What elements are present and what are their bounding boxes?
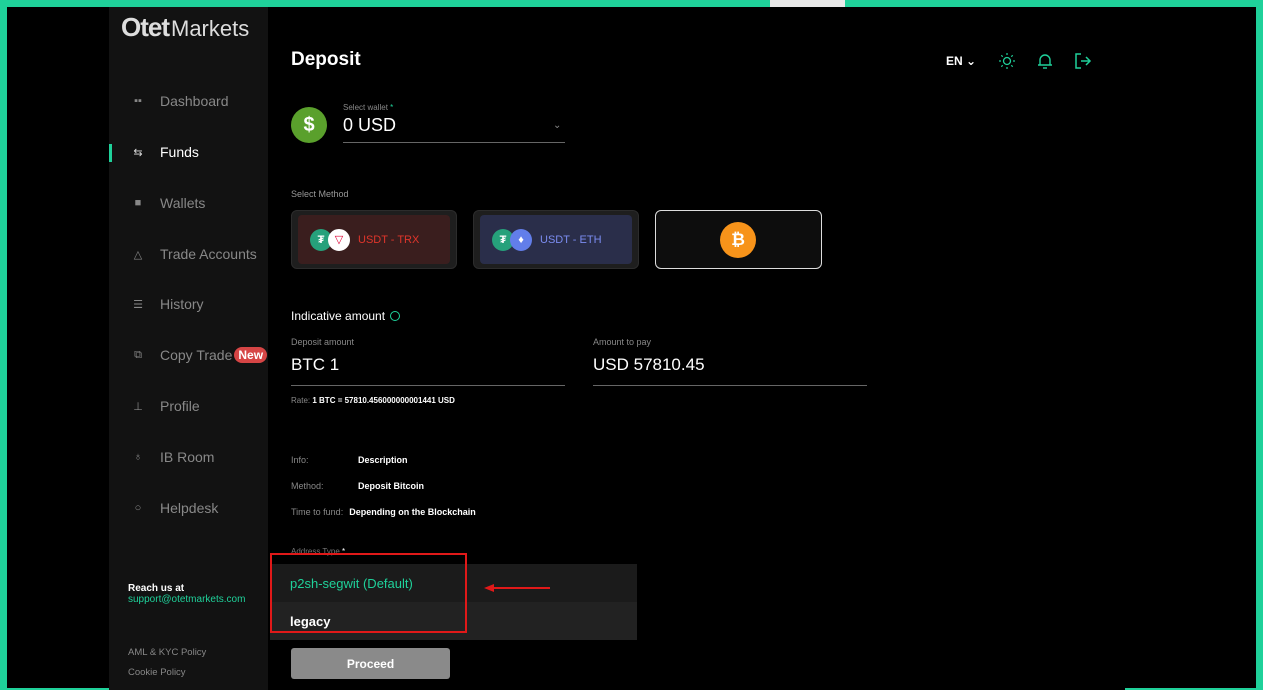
method-usdt-eth-inner: ₮ ♦ USDT - ETH: [480, 215, 632, 264]
info-icon[interactable]: [390, 311, 401, 321]
brand-logo-text: Otet: [121, 12, 170, 42]
rate-label: Rate:: [291, 396, 311, 405]
rate-text: Rate: 1 BTC = 57810.456000000001441 USD: [291, 396, 455, 405]
method-row: Method: Deposit Bitcoin: [291, 481, 424, 491]
info-key: Info:: [291, 455, 309, 465]
sidebar-item-label: History: [160, 296, 204, 312]
language-code: EN: [946, 54, 963, 68]
method-key: Method:: [291, 481, 324, 491]
sun-icon[interactable]: [998, 52, 1016, 70]
sidebar-item-label: Helpdesk: [160, 500, 219, 516]
sidebar-item-wallets[interactable]: ■ Wallets: [128, 195, 206, 211]
usd-coin-icon: $: [291, 107, 327, 143]
deposit-amount-input[interactable]: BTC 1: [291, 355, 339, 375]
time-to-fund-row: Time to fund: Depending on the Blockchai…: [291, 507, 476, 517]
chevron-down-icon[interactable]: ⌄: [553, 120, 561, 131]
sidebar-item-label: IB Room: [160, 449, 215, 465]
bitcoin-icon: ₿: [720, 222, 756, 258]
history-icon: ☰: [133, 298, 143, 311]
time-key: Time to fund:: [291, 507, 344, 517]
copy-icon: ⧉: [134, 348, 142, 361]
wallet-select[interactable]: 0 USD: [343, 115, 396, 136]
method-bitcoin[interactable]: ₿: [655, 210, 822, 269]
info-value: Description: [358, 455, 408, 465]
sidebar-item-label: Trade Accounts: [160, 246, 257, 262]
time-value: Depending on the Blockchain: [349, 507, 476, 517]
annotation-highlight-box: [270, 553, 467, 633]
method-usdt-trx-inner: ₮ ▽ USDT - TRX: [298, 215, 450, 264]
sidebar-item-trade-accounts[interactable]: △ Trade Accounts: [128, 246, 257, 262]
deposit-amount-label: Deposit amount: [291, 337, 355, 347]
method-label: USDT - ETH: [540, 233, 602, 246]
required-mark: *: [390, 103, 394, 112]
sidebar-item-helpdesk[interactable]: ○ Helpdesk: [128, 500, 219, 516]
ib-icon: ♁: [133, 451, 143, 463]
amount-to-pay-label: Amount to pay: [593, 337, 652, 347]
sidebar-item-copy-trade[interactable]: ⧉ Copy Trade New: [128, 347, 268, 363]
method-label: USDT - TRX: [358, 233, 420, 246]
method-usdt-eth[interactable]: ₮ ♦ USDT - ETH: [473, 210, 639, 269]
method-value: Deposit Bitcoin: [358, 481, 425, 491]
bell-icon[interactable]: [1036, 52, 1054, 70]
sidebar-item-label: Profile: [160, 398, 200, 414]
sidebar-item-profile[interactable]: ⊥ Profile: [128, 398, 200, 414]
amount-to-pay-underline: [593, 385, 867, 386]
sidebar-item-label: Funds: [160, 144, 199, 160]
contact-title: Reach us at: [128, 583, 185, 594]
trade-icon: △: [133, 248, 143, 261]
sidebar-item-label: Dashboard: [160, 93, 229, 109]
page-title: Deposit: [291, 49, 361, 70]
wallet-underline: [343, 142, 565, 143]
chat-icon: ○: [134, 502, 142, 514]
info-row: Info: Description: [291, 455, 408, 465]
wallet-icon: ■: [134, 197, 142, 209]
profile-icon: ⊥: [133, 400, 143, 413]
active-indicator: [109, 144, 112, 162]
ethereum-icon: ♦: [510, 228, 532, 251]
deposit-amount-underline: [291, 385, 565, 386]
aml-kyc-policy-link[interactable]: AML & KYC Policy: [128, 647, 206, 658]
annotation-arrow-icon: [484, 584, 550, 592]
sidebar-item-label: Wallets: [160, 195, 206, 211]
frame-gap: [770, 0, 845, 7]
proceed-button[interactable]: Proceed: [291, 648, 450, 679]
contact-block: Reach us at support@otetmarkets.com: [128, 583, 245, 605]
sidebar-item-funds[interactable]: ⇆ Funds: [128, 144, 199, 160]
sidebar-item-history[interactable]: ☰ History: [128, 296, 204, 312]
sidebar-item-dashboard[interactable]: ▪▪ Dashboard: [128, 93, 229, 109]
indicative-amount-heading: Indicative amount: [291, 309, 401, 323]
wallet-label-text: Select wallet: [343, 103, 388, 112]
method-usdt-trx[interactable]: ₮ ▽ USDT - TRX: [291, 210, 457, 269]
language-selector[interactable]: EN ⌄: [946, 54, 976, 68]
wallet-label: Select wallet *: [343, 103, 393, 112]
support-email-link[interactable]: support@otetmarkets.com: [128, 594, 245, 605]
amount-to-pay-input[interactable]: USD 57810.45: [593, 355, 705, 375]
cookie-policy-link[interactable]: Cookie Policy: [128, 667, 186, 678]
transfer-icon: ⇆: [133, 146, 143, 159]
new-badge: New: [234, 347, 268, 363]
brand-logo[interactable]: Otet Markets: [121, 12, 249, 43]
logout-icon[interactable]: [1074, 52, 1092, 70]
top-toolbar: EN ⌄: [946, 52, 1112, 70]
select-method-label: Select Method: [291, 189, 349, 199]
dashboard-icon: ▪▪: [134, 95, 142, 107]
brand-logo-suffix: Markets: [171, 16, 250, 41]
chevron-down-icon: ⌄: [962, 54, 977, 68]
rate-value: 1 BTC = 57810.456000000001441 USD: [312, 396, 455, 405]
tron-icon: ▽: [328, 228, 350, 251]
indicative-label: Indicative amount: [291, 309, 386, 323]
sidebar-item-label: Copy Trade: [160, 347, 233, 363]
sidebar-item-ib-room[interactable]: ♁ IB Room: [128, 449, 215, 465]
